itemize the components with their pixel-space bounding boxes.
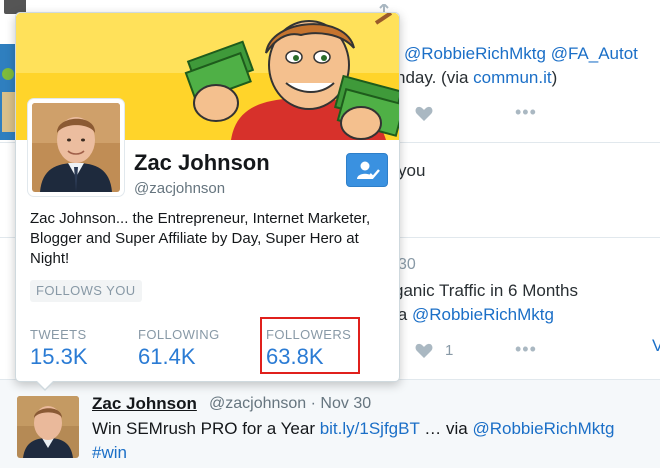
tweet-text-prefix: nday. (via bbox=[396, 68, 474, 87]
via-link[interactable]: commun.it bbox=[473, 68, 551, 87]
tweet-hashtag[interactable]: #win bbox=[92, 443, 127, 463]
like-icon[interactable] bbox=[415, 343, 433, 359]
view-link-fragment[interactable]: V bbox=[652, 336, 660, 356]
tweet-text: you bbox=[398, 161, 426, 180]
tweet-via: ia @RobbieRichMktg bbox=[394, 305, 554, 325]
like-icon[interactable] bbox=[415, 106, 433, 122]
follows-you-badge: FOLLOWS YOU bbox=[30, 280, 142, 302]
tweet-author-handle[interactable]: @zacjohnson · Nov 30 bbox=[209, 395, 371, 413]
tweet-handle-text: @zacjohnson bbox=[209, 395, 307, 412]
tweet-text-suffix: ) bbox=[551, 68, 558, 87]
tweet-author-name[interactable]: Zac Johnson bbox=[92, 394, 197, 414]
profile-name[interactable]: Zac Johnson bbox=[134, 150, 270, 176]
timeline-tweet-zac[interactable]: Zac Johnson @zacjohnson · Nov 30 Win SEM… bbox=[0, 380, 660, 468]
follow-button[interactable] bbox=[346, 153, 388, 187]
tweet-mentions[interactable]: @RobbieRichMktg @FA_Autot bbox=[404, 44, 638, 64]
profile-avatar[interactable] bbox=[28, 99, 124, 196]
profile-handle[interactable]: @zacjohnson bbox=[134, 180, 225, 197]
followers-highlight-box bbox=[260, 317, 360, 374]
tweet-link[interactable]: bit.ly/1SjfgBT bbox=[320, 419, 420, 438]
tweet-via: … via bbox=[419, 419, 473, 438]
stat-tweets[interactable]: TWEETS 15.3K bbox=[30, 327, 88, 370]
more-icon[interactable]: ••• bbox=[515, 102, 537, 123]
tweet-text: ganic Traffic in 6 Months bbox=[394, 281, 578, 300]
more-icon[interactable]: ••• bbox=[515, 339, 537, 360]
stat-value[interactable]: 61.4K bbox=[138, 344, 220, 370]
tweet-date: 30 bbox=[398, 256, 416, 273]
tweet-text: nday. (via commun.it) bbox=[396, 68, 557, 88]
tweet-text: Win SEMrush PRO for a Year bit.ly/1SjfgB… bbox=[92, 419, 614, 439]
stat-label: FOLLOWING bbox=[138, 327, 220, 342]
profile-hover-card[interactable]: Zac Johnson @zacjohnson Zac Johnson... t… bbox=[15, 12, 400, 391]
tweet-text-body: Win SEMrush PRO for a Year bbox=[92, 419, 320, 438]
twitter-timeline: @RobbieRichMktg @FA_Autot nday. (via com… bbox=[0, 0, 660, 468]
card-caret-fill bbox=[37, 381, 53, 389]
separator-dot: · bbox=[310, 395, 316, 412]
tweet-date[interactable]: Nov 30 bbox=[320, 395, 371, 412]
avatar[interactable] bbox=[17, 396, 79, 458]
profile-bio: Zac Johnson... the Entrepreneur, Interne… bbox=[30, 210, 371, 267]
stat-label: TWEETS bbox=[30, 327, 87, 342]
stat-value[interactable]: 15.3K bbox=[30, 344, 88, 370]
via-handle-link[interactable]: @RobbieRichMktg bbox=[412, 305, 554, 324]
stat-following[interactable]: FOLLOWING 61.4K bbox=[138, 327, 220, 370]
tweet-mention[interactable]: @RobbieRichMktg bbox=[472, 419, 614, 438]
like-count: 1 bbox=[445, 342, 454, 359]
user-check-icon bbox=[356, 160, 380, 187]
